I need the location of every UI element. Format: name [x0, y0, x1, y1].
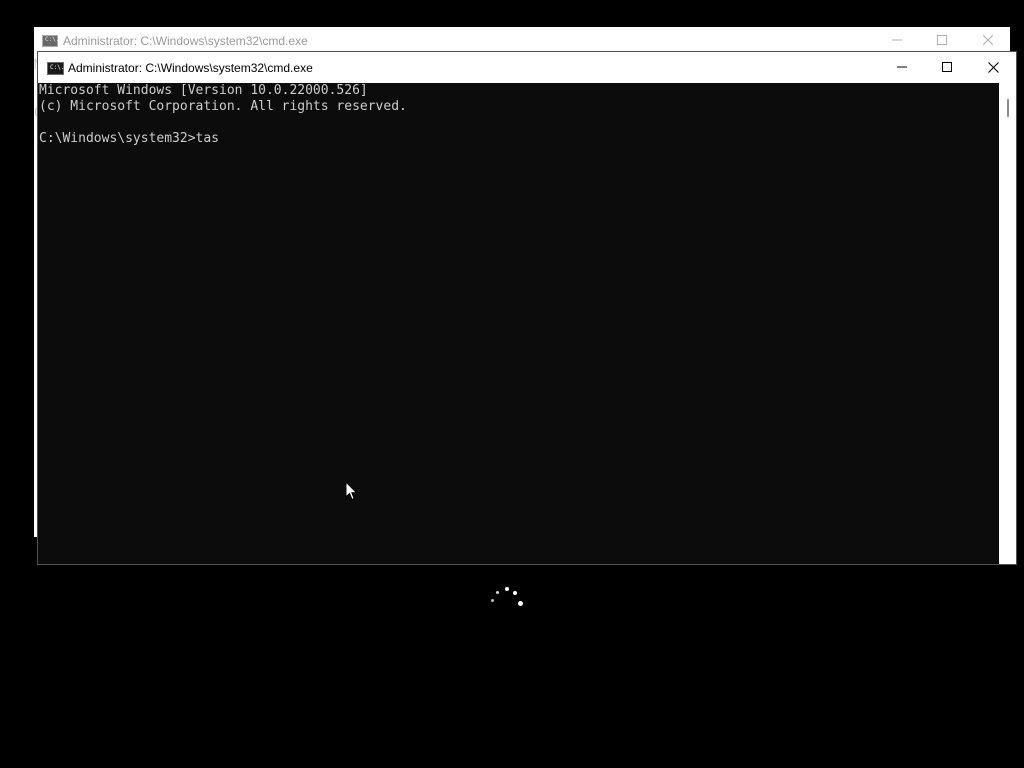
- cmd-icon: C:\.: [47, 62, 64, 75]
- cmd-icon-text: C:\.: [45, 36, 60, 43]
- background-maximize-button[interactable]: [919, 27, 965, 53]
- close-button[interactable]: [970, 52, 1016, 83]
- arrow-pointer-icon: [345, 480, 359, 506]
- spinner-dot: [505, 587, 509, 591]
- minimize-icon: [897, 66, 907, 68]
- spinner-dot: [491, 599, 494, 602]
- spinner-dot: [496, 591, 499, 594]
- window-title: Administrator: C:\Windows\system32\cmd.e…: [68, 61, 313, 75]
- spinner-dot: [513, 591, 517, 595]
- close-icon: [983, 35, 993, 45]
- desktop-screen: C:\. Administrator: C:\Windows\system32\…: [0, 0, 1024, 768]
- maximize-icon: [942, 62, 952, 72]
- spinner-dot: [518, 601, 523, 606]
- console-line: Microsoft Windows [Version 10.0.22000.52…: [39, 83, 368, 98]
- background-minimize-button[interactable]: [874, 27, 920, 53]
- cmd-window[interactable]: C:\. Administrator: C:\Windows\system32\…: [38, 52, 1016, 564]
- background-close-button[interactable]: [965, 27, 1011, 53]
- close-icon: [988, 62, 999, 73]
- window-titlebar[interactable]: C:\. Administrator: C:\Windows\system32\…: [38, 52, 1016, 83]
- background-window-title: Administrator: C:\Windows\system32\cmd.e…: [63, 34, 308, 48]
- minimize-button[interactable]: [879, 52, 925, 83]
- console-line: (c) Microsoft Corporation. All rights re…: [39, 99, 407, 114]
- loading-spinner-icon: [490, 586, 526, 610]
- maximize-button[interactable]: [924, 52, 970, 83]
- background-window-titlebar[interactable]: C:\. Administrator: C:\Windows\system32\…: [34, 27, 1010, 53]
- console-output[interactable]: Microsoft Windows [Version 10.0.22000.52…: [38, 83, 999, 564]
- minimize-icon: [892, 39, 902, 41]
- maximize-icon: [937, 35, 947, 45]
- cmd-icon: C:\.: [42, 35, 60, 47]
- command-prompt-line[interactable]: C:\Windows\system32>tas: [39, 131, 219, 147]
- scrollbar-thumb[interactable]: [1007, 99, 1009, 117]
- cmd-icon-text: C:\.: [50, 64, 65, 71]
- vertical-scrollbar[interactable]: [999, 83, 1016, 564]
